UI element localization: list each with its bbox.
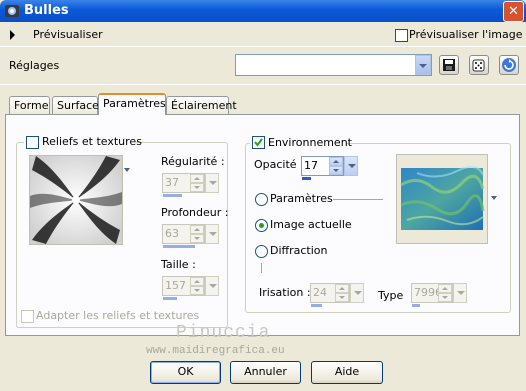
preview-label: Prévisualiser	[33, 28, 103, 41]
tab-forme[interactable]: Forme	[9, 96, 50, 115]
environment-image-preview[interactable]	[396, 154, 488, 244]
taille-value: 157	[165, 279, 186, 292]
environment-title: Environnement	[268, 136, 352, 149]
save-preset-button[interactable]	[439, 55, 459, 75]
preview-image-checkbox[interactable]	[395, 29, 408, 42]
reset-icon	[502, 58, 516, 72]
expand-arrow-icon[interactable]	[10, 30, 15, 40]
irisation-value: 24	[313, 286, 327, 299]
regularite-value: 37	[165, 176, 179, 189]
radio-diffraction-label: Diffraction	[270, 244, 328, 257]
watermark-url: www.maidiregrafica.eu	[146, 345, 285, 357]
radio-diffraction[interactable]	[255, 245, 268, 258]
tab-parametres[interactable]: Paramètres	[98, 93, 166, 115]
type-slider	[412, 304, 420, 307]
environment-map-thumbnail	[397, 155, 487, 243]
adapt-checkbox[interactable]	[21, 310, 34, 323]
radio-parametres-label: Paramètres	[270, 192, 333, 205]
cancel-button[interactable]: Annuler	[230, 361, 301, 384]
taille-label: Taille :	[161, 258, 196, 271]
environment-checkbox[interactable]	[252, 136, 265, 149]
reliefs-checkbox[interactable]	[26, 136, 39, 149]
irisation-spin: 24	[310, 283, 364, 303]
taille-slider	[163, 297, 177, 300]
texture-dropdown-icon[interactable]	[124, 168, 130, 172]
chevron-down-icon	[419, 64, 427, 68]
floppy-disk-icon	[443, 59, 455, 71]
settings-select[interactable]	[235, 54, 432, 76]
irisation-label: Irisation :	[259, 286, 311, 299]
swirl-texture-icon	[30, 156, 122, 244]
reliefs-title: Reliefs et textures	[42, 135, 142, 148]
dice-icon	[472, 59, 485, 72]
regularite-label: Régularité :	[161, 155, 225, 168]
ok-button[interactable]: OK	[150, 361, 221, 384]
separator-line	[333, 199, 383, 200]
opacite-spin[interactable]: 17	[301, 156, 358, 176]
regularite-slider	[163, 194, 182, 197]
opacite-value: 17	[304, 159, 318, 172]
radio-image-actuelle[interactable]	[255, 219, 268, 232]
tree-line	[261, 263, 262, 273]
tab-eclairement[interactable]: Éclairement	[166, 96, 237, 115]
help-button[interactable]: Aide	[311, 361, 383, 384]
profondeur-label: Profondeur :	[161, 206, 229, 219]
texture-preview[interactable]	[29, 155, 123, 245]
taille-spin: 157	[162, 276, 219, 296]
environment-dropdown-icon[interactable]	[491, 196, 497, 200]
app-icon	[5, 5, 19, 17]
type-spin: 7996	[411, 283, 467, 303]
opacite-slider[interactable]	[302, 177, 311, 180]
settings-dropdown-button[interactable]	[415, 55, 431, 75]
randomize-button[interactable]	[469, 55, 489, 75]
separator	[0, 84, 526, 85]
checkmark-icon	[254, 138, 263, 147]
watermark-name: Pinuccia	[176, 323, 271, 343]
regularite-spin: 37	[162, 173, 219, 193]
type-label: Type	[378, 289, 404, 302]
reset-button[interactable]	[499, 55, 519, 75]
window-title: Bulles	[24, 3, 69, 18]
profondeur-value: 63	[165, 227, 179, 240]
settings-label: Réglages	[9, 59, 60, 72]
title-bar	[0, 0, 526, 22]
radio-parametres[interactable]	[255, 193, 268, 206]
opacite-label: Opacité :	[254, 158, 304, 171]
profondeur-slider	[163, 245, 195, 248]
irisation-slider	[311, 304, 322, 307]
radio-image-label: Image actuelle	[270, 218, 352, 231]
preview-image-label: Prévisualiser l'image	[409, 28, 523, 41]
tab-surface[interactable]: Surface	[52, 96, 99, 115]
profondeur-spin: 63	[162, 224, 219, 244]
adapt-label: Adapter les reliefs et textures	[36, 309, 200, 322]
close-button[interactable]: ✕	[503, 1, 524, 22]
separator	[0, 46, 526, 47]
